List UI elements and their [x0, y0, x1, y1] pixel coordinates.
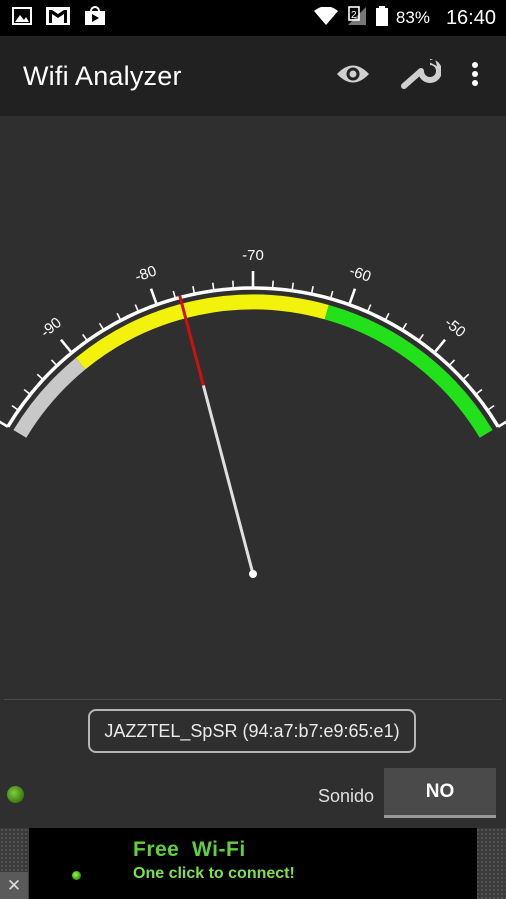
battery-icon — [375, 5, 388, 31]
store-bag-icon — [84, 5, 106, 31]
gauge-minor-tick — [448, 359, 456, 367]
gauge-minor-tick — [116, 312, 122, 321]
ad-title: Free Wi-Fi — [133, 838, 246, 861]
system-status: 2 83% 16:40 — [313, 5, 506, 31]
close-icon: ✕ — [6, 875, 22, 895]
ad-close-button[interactable]: ✕ — [0, 872, 28, 899]
gauge-minor-tick — [487, 404, 495, 411]
signal-gauge: -100-90-80-70-60-50-40dBm — [0, 247, 506, 578]
gauge-major-tick — [0, 420, 9, 428]
divider — [4, 699, 502, 700]
gauge-major-tick — [59, 338, 73, 354]
gauge-major-tick — [497, 420, 506, 428]
gauge-major-tick — [149, 288, 158, 306]
sound-label: Sonido — [318, 786, 375, 806]
gauge-minor-tick — [50, 359, 58, 367]
gauge-tick-label: -50 — [441, 314, 469, 341]
gauge-minor-tick — [82, 333, 88, 342]
gauge-major-tick — [348, 288, 357, 306]
gauge-minor-tick — [23, 388, 31, 396]
status-led — [7, 786, 24, 803]
sound-toggle-value: NO — [425, 780, 455, 802]
overflow-menu-icon — [471, 61, 479, 92]
settings-button[interactable] — [396, 51, 446, 101]
network-label: JAZZTEL_SpSR (94:a7:b7:e9:65:e1) — [104, 720, 400, 741]
gauge-minor-tick — [384, 312, 390, 321]
gauge-minor-tick — [475, 388, 483, 396]
ad-banner: Free Wi-Fi One click to connect! ✕ — [0, 828, 506, 899]
gauge-tick-label: -90 — [37, 314, 65, 341]
gauge-tick-label: -80 — [133, 262, 159, 285]
wifi-icon — [313, 5, 338, 30]
gauge-tick-label: -60 — [347, 262, 373, 285]
gauge-minor-tick — [98, 322, 105, 331]
no-sim-icon: 2 — [346, 5, 368, 31]
gauge-major-tick — [433, 338, 447, 354]
gauge-needle-pivot — [249, 570, 257, 578]
gauge-minor-tick — [11, 404, 19, 411]
app-title: Wifi Analyzer — [23, 60, 182, 91]
gauge-zone — [75, 294, 329, 370]
clock: 16:40 — [445, 6, 496, 29]
network-selector[interactable]: JAZZTEL_SpSR (94:a7:b7:e9:65:e1) — [88, 709, 416, 753]
ad-dot-icon — [72, 871, 81, 880]
gauge-minor-tick — [462, 373, 470, 381]
gauge-minor-tick — [271, 280, 274, 289]
gauge-needle — [201, 385, 255, 575]
gauge-tick-label: -70 — [242, 247, 264, 264]
app-bar-actions — [328, 51, 506, 101]
view-mode-button[interactable] — [328, 51, 378, 101]
gauge-minor-tick — [418, 333, 424, 342]
gmail-icon — [46, 6, 70, 30]
eye-icon — [336, 63, 370, 90]
wrench-icon — [401, 57, 442, 96]
gauge-minor-tick — [291, 282, 295, 291]
ad-content[interactable]: Free Wi-Fi One click to connect! — [29, 828, 477, 899]
gauge-minor-tick — [232, 280, 235, 289]
image-icon — [12, 6, 32, 30]
notification-icons — [0, 5, 106, 31]
battery-percent: 83% — [395, 8, 430, 27]
gauge-minor-tick — [401, 322, 408, 331]
gauge-minor-tick — [36, 373, 44, 381]
ad-subtitle: One click to connect! — [133, 865, 295, 882]
sound-toggle-button[interactable]: NO — [384, 768, 496, 818]
app-bar: Wifi Analyzer — [0, 36, 506, 116]
overflow-menu-button[interactable] — [460, 51, 490, 101]
status-bar: 2 83% 16:40 — [0, 0, 506, 36]
svg-text:2: 2 — [351, 10, 357, 21]
gauge-minor-tick — [211, 282, 215, 291]
signal-meter: -100-90-80-70-60-50-40dBm — [0, 116, 506, 696]
